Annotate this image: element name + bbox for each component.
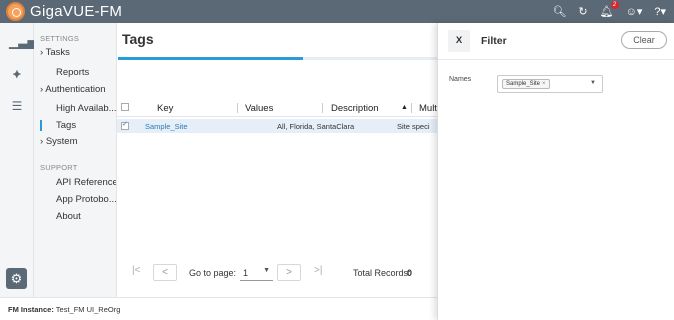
filter-title: Filter bbox=[481, 35, 507, 47]
nav-item-tags[interactable]: Tags bbox=[40, 120, 116, 131]
page-select-value: 1 bbox=[243, 268, 249, 278]
main-content: Tags Key Values Description ▲ Multi Samp… bbox=[117, 23, 439, 297]
go-to-page-label: Go to page: bbox=[189, 268, 237, 278]
nav-item-system[interactable]: › System bbox=[40, 136, 116, 147]
first-page-button[interactable]: |< bbox=[132, 265, 140, 276]
nav-item-high-availability[interactable]: High Availab... bbox=[40, 103, 116, 114]
names-label: Names bbox=[449, 76, 472, 83]
nav-item-tasks[interactable]: › Tasks bbox=[40, 47, 116, 58]
clear-button[interactable]: Clear bbox=[621, 31, 667, 49]
column-header-key[interactable]: Key bbox=[157, 103, 173, 114]
row-multi: Site speci bbox=[397, 122, 430, 131]
top-bar: GigaVUE-FM 🔍︎ ↻ 🔔︎ 2 ☺▾ ?▾ bbox=[0, 0, 674, 23]
chip-remove-icon[interactable]: × bbox=[542, 81, 546, 87]
support-section-label: SUPPORT bbox=[40, 163, 78, 172]
fm-instance-value: Test_FM UI_ReOrg bbox=[55, 305, 121, 314]
chevron-right-icon: › bbox=[40, 84, 44, 95]
bell-icon[interactable]: 🔔︎ 2 bbox=[600, 1, 619, 18]
app-title: GigaVUE-FM bbox=[30, 3, 123, 20]
last-page-button[interactable]: >| bbox=[314, 265, 322, 276]
row-checkbox[interactable] bbox=[121, 120, 129, 130]
user-menu-icon[interactable]: ☺▾ bbox=[626, 5, 643, 18]
chevron-down-icon[interactable]: ▼ bbox=[590, 80, 596, 86]
fm-instance-label: FM Instance: bbox=[8, 305, 54, 314]
row-values: All, Florida, SantaClara bbox=[277, 122, 355, 131]
chevron-down-icon: ▼ bbox=[263, 267, 270, 274]
select-all-checkbox[interactable] bbox=[121, 103, 129, 111]
page-select[interactable]: 1 ▼ bbox=[240, 264, 273, 281]
names-multiselect[interactable]: Sample_Site × ▼ bbox=[497, 75, 603, 93]
refresh-icon[interactable]: ↻ bbox=[578, 5, 587, 18]
total-records-value: 0 bbox=[407, 268, 413, 278]
chevron-right-icon: › bbox=[40, 47, 44, 58]
close-filter-button[interactable]: X bbox=[448, 30, 470, 52]
table-row[interactable]: Sample_Site All, Florida, SantaClara Sit… bbox=[117, 119, 437, 133]
nav-item-reports[interactable]: Reports bbox=[40, 67, 116, 78]
top-icons: 🔍︎ ↻ 🔔︎ 2 ☺▾ ?▾ bbox=[552, 0, 666, 23]
row-key[interactable]: Sample_Site bbox=[145, 122, 188, 131]
notification-badge: 2 bbox=[610, 1, 619, 9]
network-topology-icon[interactable]: ⯌ bbox=[9, 67, 25, 81]
nav-item-app-protobuf[interactable]: App Protobo... bbox=[40, 194, 116, 205]
pagination: |< < Go to page: 1 ▼ > >| Total Records:… bbox=[117, 264, 437, 284]
next-page-button[interactable]: > bbox=[277, 264, 301, 281]
logo-icon bbox=[6, 2, 25, 21]
settings-gear-icon[interactable]: ⚙ bbox=[6, 268, 27, 289]
nav-item-about[interactable]: About bbox=[40, 211, 116, 222]
selected-tag-chip: Sample_Site × bbox=[502, 79, 550, 89]
icon-rail: ▁▃▅ ⯌ ☰ ⚙ bbox=[0, 23, 37, 297]
search-icon[interactable]: 🔍︎ bbox=[552, 5, 566, 18]
panel-divider bbox=[438, 59, 674, 60]
sort-asc-icon[interactable]: ▲ bbox=[401, 104, 408, 111]
page-title: Tags bbox=[122, 31, 154, 47]
filter-panel: X Filter Clear Names Sample_Site × ▼ bbox=[437, 23, 674, 320]
prev-page-button[interactable]: < bbox=[153, 264, 177, 281]
column-header-description[interactable]: Description bbox=[331, 103, 379, 114]
progress-fill bbox=[118, 57, 304, 60]
settings-nav: SETTINGS › Tasks Reports › Authenticatio… bbox=[34, 23, 117, 297]
column-header-values[interactable]: Values bbox=[245, 103, 273, 114]
nav-item-authentication[interactable]: › Authentication bbox=[40, 84, 116, 95]
help-menu-icon[interactable]: ?▾ bbox=[654, 5, 666, 18]
chevron-right-icon: › bbox=[40, 136, 44, 147]
loading-progress-bar bbox=[118, 57, 437, 60]
total-records-label: Total Records: bbox=[353, 268, 411, 278]
footer: FM Instance: Test_FM UI_ReOrg bbox=[0, 297, 437, 320]
table-header-row: Key Values Description ▲ Multi bbox=[117, 99, 439, 117]
dashboard-chart-icon[interactable]: ▁▃▅ bbox=[9, 35, 37, 49]
settings-section-label: SETTINGS bbox=[40, 34, 80, 43]
inventory-server-icon[interactable]: ☰ bbox=[9, 99, 25, 113]
nav-item-api-reference[interactable]: API Reference bbox=[40, 177, 116, 188]
